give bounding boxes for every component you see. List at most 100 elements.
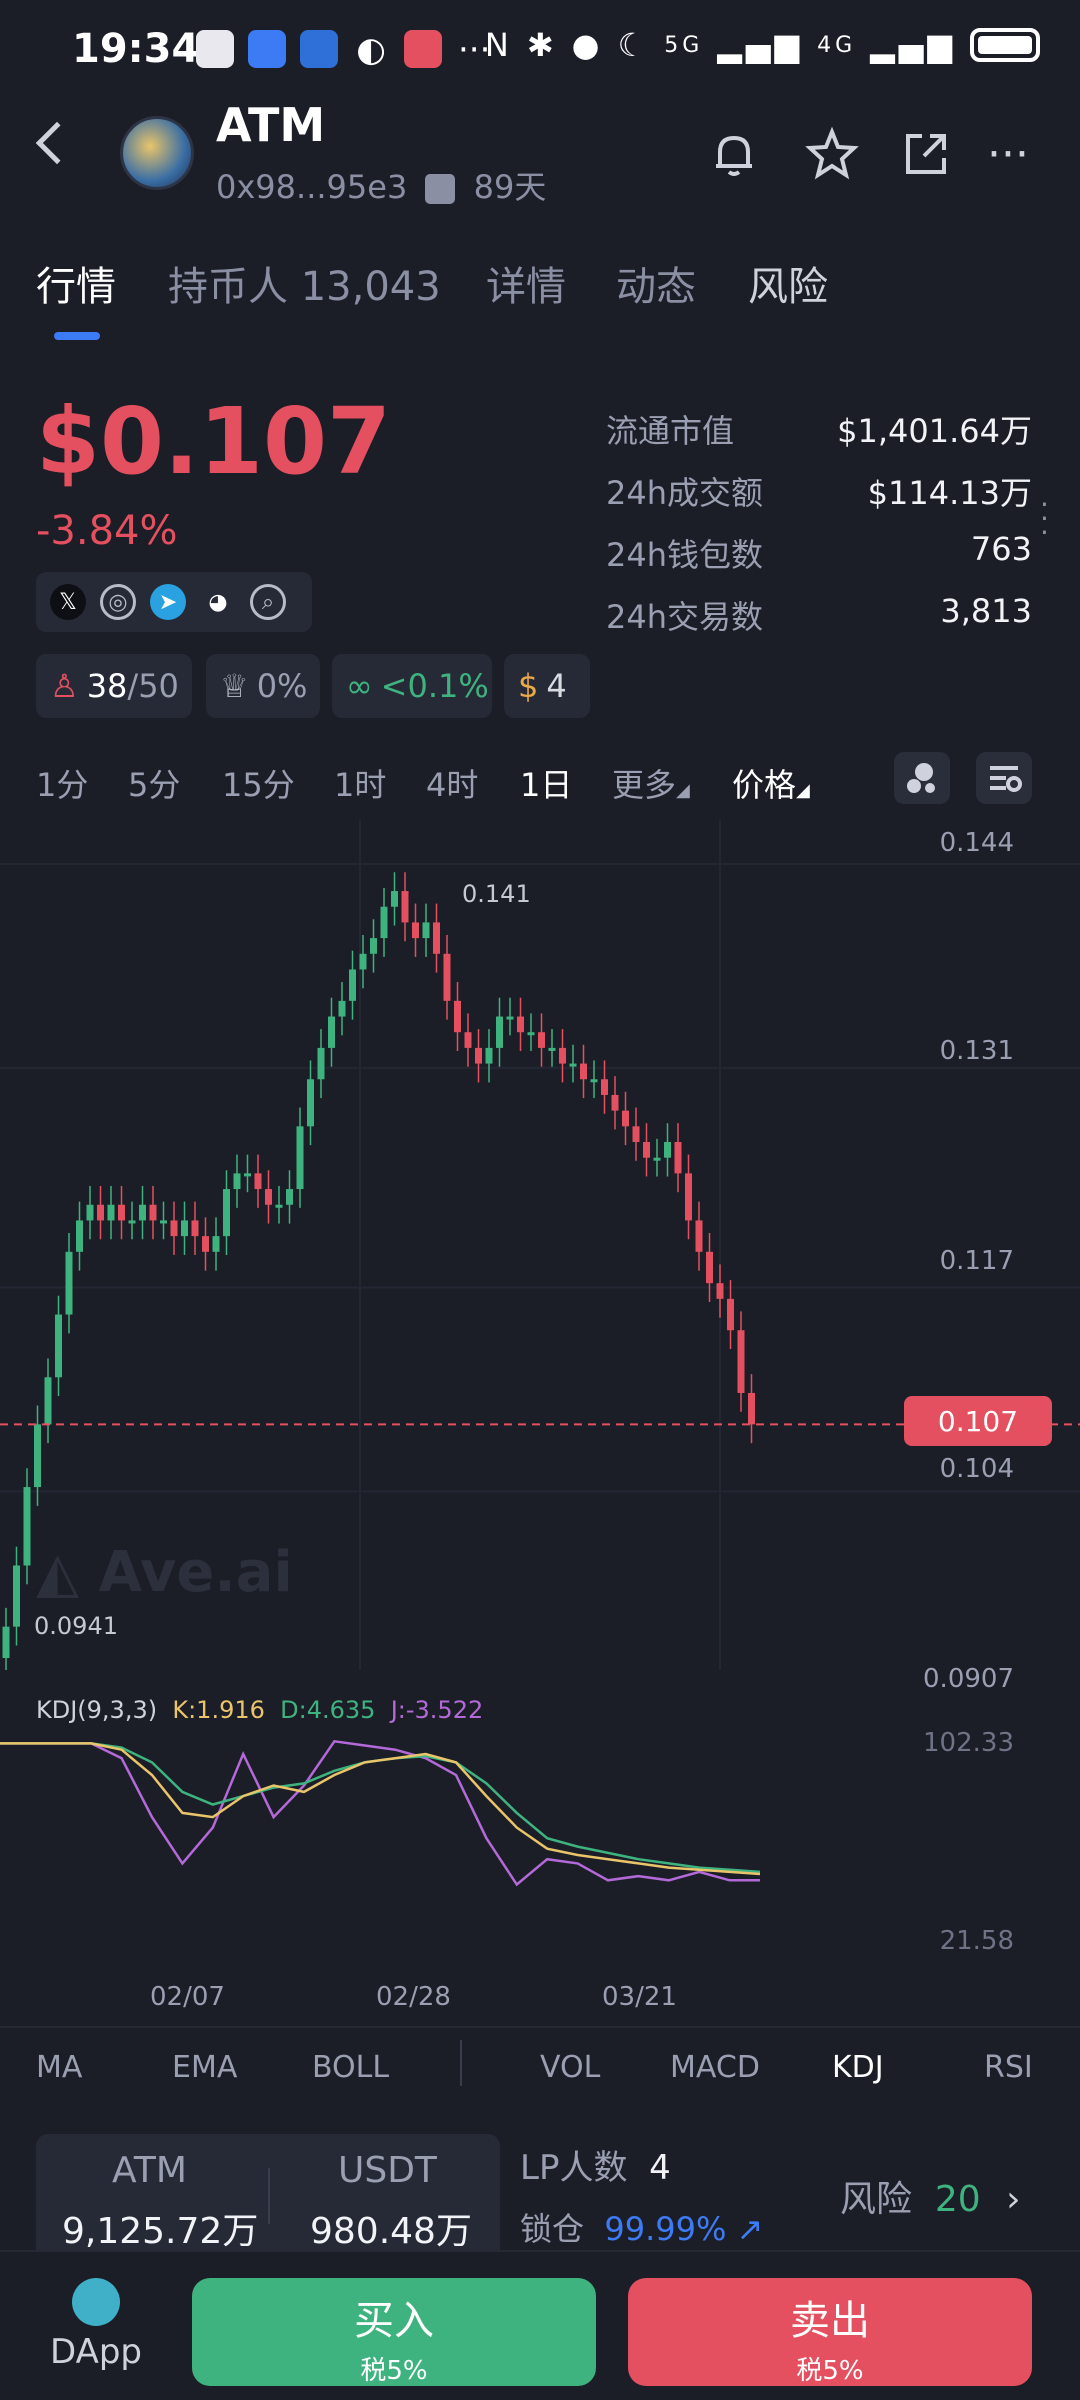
buy-tax: 税5% bbox=[360, 2356, 428, 2386]
lp-count-label: LP人数 bbox=[520, 2148, 628, 2188]
lp-count-row: LP人数 4 bbox=[520, 2140, 671, 2189]
chart-settings-button[interactable] bbox=[976, 752, 1032, 804]
tab-activity[interactable]: 动态 bbox=[616, 254, 696, 312]
divider bbox=[0, 2026, 1080, 2028]
token-address[interactable]: 0x98...95e3 bbox=[216, 168, 407, 206]
tf-4h[interactable]: 4时 bbox=[426, 760, 478, 806]
candle bbox=[86, 1204, 94, 1221]
candle bbox=[128, 1220, 136, 1224]
candle bbox=[2, 1626, 10, 1659]
candle bbox=[643, 1142, 650, 1158]
back-icon[interactable] bbox=[35, 121, 79, 165]
tf-1h[interactable]: 1时 bbox=[334, 760, 386, 806]
lp-amount-b: 980.48万 bbox=[310, 2211, 472, 2252]
chart-style-button[interactable] bbox=[894, 752, 950, 804]
x-icon[interactable]: 𝕏 bbox=[50, 584, 86, 620]
caret-icon: ◢ bbox=[676, 780, 690, 801]
score-value: 38 bbox=[86, 667, 128, 705]
tf-more[interactable]: 更多◢ bbox=[612, 760, 690, 806]
link-notification-icon bbox=[300, 30, 338, 68]
globe-icon[interactable]: ◎ bbox=[100, 584, 136, 620]
telegram-icon[interactable]: ➤ bbox=[150, 584, 186, 620]
stat-label-trades: 24h交易数 bbox=[606, 598, 764, 636]
side-more-icon[interactable]: · · · bbox=[1040, 491, 1049, 547]
candle bbox=[464, 1032, 472, 1048]
token-avatar bbox=[120, 116, 194, 190]
ind-rsi[interactable]: RSI bbox=[984, 2050, 1033, 2085]
tf-15m[interactable]: 15分 bbox=[222, 760, 295, 806]
candle bbox=[653, 1157, 661, 1161]
candle bbox=[191, 1220, 199, 1237]
risk-value: 20 bbox=[934, 2179, 981, 2220]
tf-1d[interactable]: 1日 bbox=[520, 760, 572, 806]
more-icon[interactable]: ··· bbox=[978, 124, 1038, 184]
stat-value-mcap: $1,401.64万 bbox=[837, 412, 1032, 450]
copy-icon[interactable] bbox=[425, 174, 456, 204]
low-label: 0.0941 bbox=[34, 1612, 118, 1640]
tab-market[interactable]: 行情 bbox=[36, 254, 116, 312]
signal-4g: 4G bbox=[817, 32, 857, 58]
high-label: 0.141 bbox=[462, 880, 531, 908]
kdj-d-line bbox=[0, 1742, 761, 1874]
buy-button[interactable]: 买入 税5% bbox=[192, 2278, 596, 2386]
candle bbox=[685, 1173, 692, 1221]
share-icon[interactable] bbox=[896, 124, 956, 184]
bell-icon[interactable] bbox=[704, 124, 764, 184]
stat-label-wallets: 24h钱包数 bbox=[606, 536, 764, 574]
signal-bars-icon-2: ▂▄▆ bbox=[870, 26, 956, 64]
chevron-right-icon: › bbox=[1006, 2179, 1021, 2220]
user-score-icon: ♙ bbox=[50, 667, 79, 705]
tab-risk[interactable]: 风险 bbox=[748, 254, 828, 312]
risk-row[interactable]: 风险 20 › bbox=[840, 2170, 1021, 2222]
ind-vol[interactable]: VOL bbox=[540, 2050, 600, 2085]
candle bbox=[34, 1424, 41, 1488]
candle bbox=[76, 1220, 83, 1252]
candle bbox=[506, 1016, 514, 1020]
bag-pill[interactable]: $ 4 bbox=[504, 654, 590, 718]
location-icon: ● bbox=[571, 26, 604, 64]
tab-holders[interactable]: 持币人 13,043 bbox=[168, 254, 441, 312]
ind-kdj[interactable]: KDJ bbox=[832, 2050, 884, 2085]
lock-row[interactable]: 锁仓 99.99% ↗ bbox=[520, 2204, 763, 2250]
candle bbox=[538, 1032, 545, 1048]
candle bbox=[485, 1047, 493, 1064]
tf-5m[interactable]: 5分 bbox=[128, 760, 180, 806]
tf-1m[interactable]: 1分 bbox=[36, 760, 88, 806]
candle bbox=[517, 1016, 524, 1033]
candle bbox=[422, 922, 430, 939]
candle bbox=[391, 891, 398, 907]
holding-pill[interactable]: ∞ <0.1% bbox=[332, 654, 492, 718]
hat-value: 0% bbox=[256, 667, 308, 705]
tf-more-label: 更多 bbox=[612, 766, 677, 804]
price-toggle-label: 价格 bbox=[732, 766, 797, 804]
hat-pill[interactable]: ♕ 0% bbox=[206, 654, 320, 718]
tab-details[interactable]: 详情 bbox=[486, 254, 566, 312]
ind-boll[interactable]: BOLL bbox=[312, 2050, 389, 2085]
candle bbox=[223, 1189, 230, 1237]
star-icon[interactable] bbox=[802, 124, 862, 184]
stat-value-wallets: 763 bbox=[970, 530, 1032, 568]
sell-button[interactable]: 卖出 税5% bbox=[628, 2278, 1032, 2386]
ind-macd[interactable]: MACD bbox=[670, 2050, 760, 2085]
stat-value-trades: 3,813 bbox=[940, 592, 1032, 630]
search-icon[interactable]: ⌕ bbox=[250, 584, 286, 620]
candle bbox=[443, 953, 451, 1001]
kdj-j-line bbox=[0, 1739, 760, 1887]
candle bbox=[181, 1220, 188, 1237]
ind-ema[interactable]: EMA bbox=[172, 2050, 237, 2085]
candle bbox=[706, 1251, 713, 1284]
candle bbox=[548, 1047, 556, 1051]
candle bbox=[674, 1142, 682, 1174]
score-pill[interactable]: ♙ 38/50 bbox=[36, 654, 192, 718]
price-toggle[interactable]: 价格◢ bbox=[732, 760, 810, 806]
qq-icon[interactable]: ◕ bbox=[200, 584, 236, 620]
lp-token-a: ATM bbox=[112, 2150, 187, 2191]
y-tick-label: 0.104 bbox=[939, 1454, 1014, 1484]
risk-label: 风险 bbox=[840, 2179, 913, 2220]
candle bbox=[286, 1189, 293, 1205]
kdj-bottom-label: 21.58 bbox=[939, 1926, 1014, 1956]
candle bbox=[296, 1126, 304, 1190]
dapp-button[interactable]: DApp bbox=[48, 2278, 144, 2372]
ind-ma[interactable]: MA bbox=[36, 2050, 82, 2085]
candle bbox=[149, 1204, 157, 1221]
